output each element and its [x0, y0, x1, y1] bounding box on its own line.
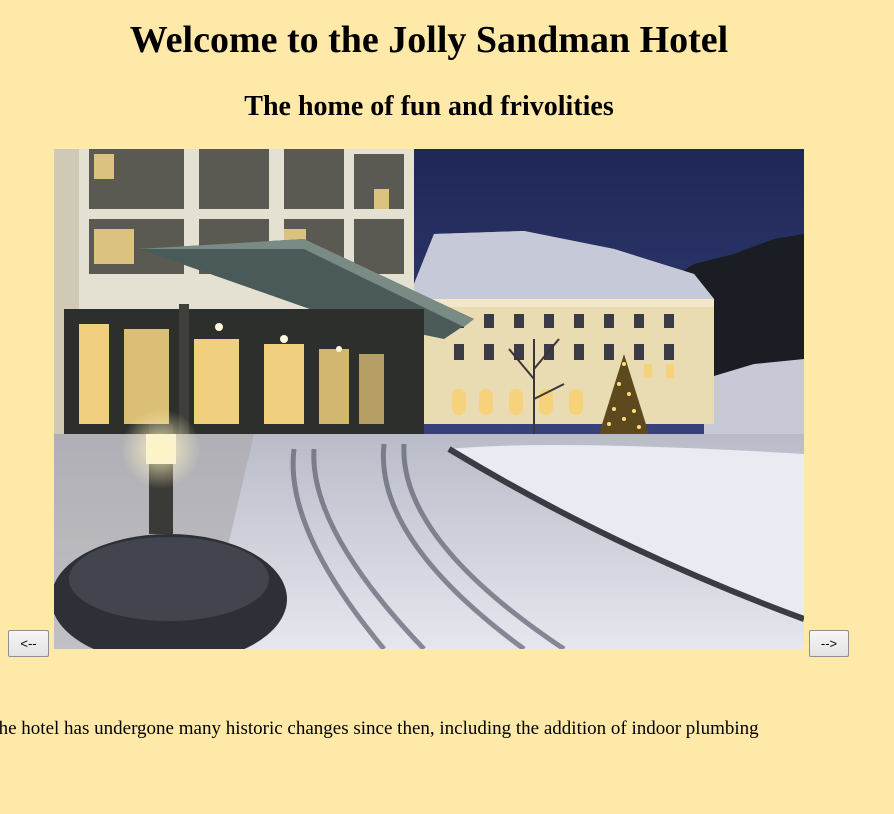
modern-building — [54, 149, 474, 439]
history-marquee: ...Louise Sanderson. The hotel has under… — [0, 716, 894, 746]
previous-button[interactable]: <-- — [8, 630, 49, 657]
page-subtitle: The home of fun and frivolities — [244, 91, 614, 122]
history-text: ...Louise Sanderson. The hotel has under… — [0, 718, 759, 739]
hotel-photo — [54, 149, 804, 649]
page-title: Welcome to the Jolly Sandman Hotel — [129, 19, 729, 61]
next-button[interactable]: --> — [809, 630, 849, 657]
